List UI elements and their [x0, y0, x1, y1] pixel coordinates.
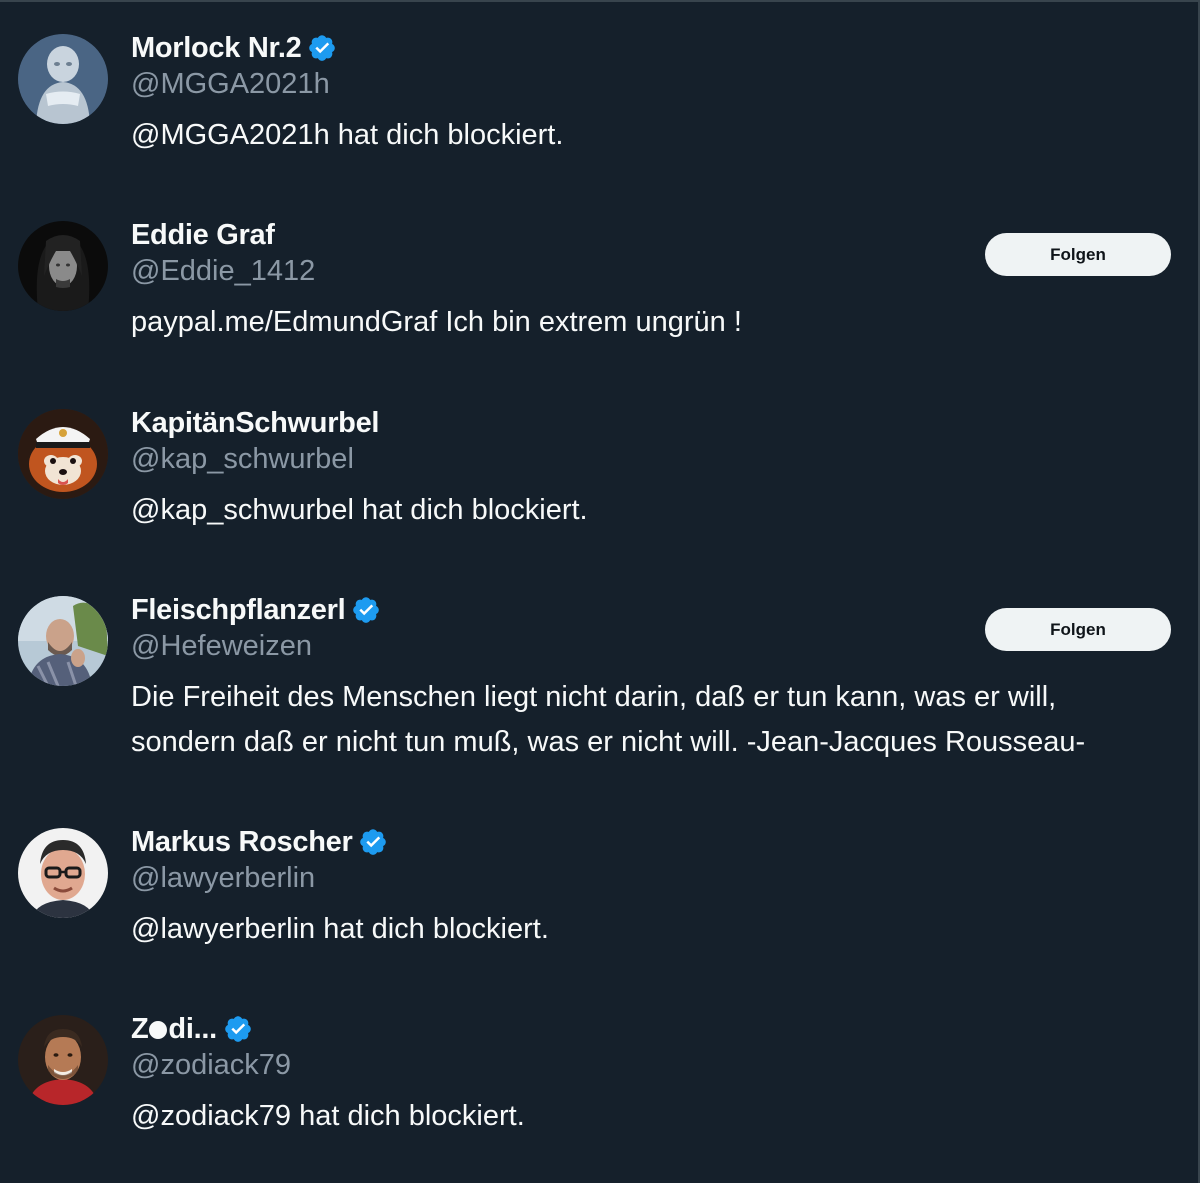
display-name[interactable]: Eddie Graf — [131, 219, 275, 252]
verified-badge-icon — [307, 33, 337, 63]
bearded-man-avatar-icon — [18, 596, 108, 686]
user-bio: @zodiack79 hat dich blockiert. — [131, 1100, 525, 1132]
user-handle: @lawyerberlin — [131, 862, 316, 894]
avatar[interactable] — [18, 828, 108, 918]
name-line: Fleischpflanzerl — [131, 592, 381, 628]
user-handle: @zodiack79 — [131, 1049, 292, 1081]
red-panda-captain-avatar-icon — [18, 409, 108, 499]
bio-line: sondern daß er nicht tun muß, was er nic… — [131, 726, 1086, 758]
circle-emoji-icon — [149, 1020, 168, 1039]
user-cell-zodiack[interactable]: Zdi... @zodiack79 @zodiack79 hat dich bl… — [0, 1011, 1198, 1151]
name-line: Eddie Graf — [131, 217, 275, 253]
user-handle: @MGGA2021h — [131, 68, 330, 100]
avatar[interactable] — [18, 221, 108, 311]
user-cell-fleischpflanzerl[interactable]: Fleischpflanzerl @Hefeweizen Die Freihei… — [0, 592, 1198, 772]
user-handle: @Eddie_1412 — [131, 255, 316, 287]
user-bio: paypal.me/EdmundGraf Ich bin extrem ungr… — [131, 306, 742, 338]
user-cell-markus[interactable]: Markus Roscher @lawyerberlin @lawyerberl… — [0, 824, 1198, 964]
man-glasses-avatar-icon — [18, 828, 108, 918]
display-name[interactable]: Fleischpflanzerl — [131, 594, 346, 627]
verified-badge-icon — [223, 1014, 253, 1044]
user-cell-morlock[interactable]: Morlock Nr.2 @MGGA2021h @MGGA2021h hat d… — [0, 30, 1198, 170]
tattooed-man-avatar-icon — [18, 1015, 108, 1105]
top-divider — [0, 0, 1200, 2]
user-bio: @MGGA2021h hat dich blockiert. — [131, 119, 564, 151]
avatar[interactable] — [18, 596, 108, 686]
long-hair-man-avatar-icon — [18, 221, 108, 311]
user-bio: @lawyerberlin hat dich blockiert. — [131, 913, 549, 945]
bio-line: Die Freiheit des Menschen liegt nicht da… — [131, 681, 1057, 713]
user-handle: @kap_schwurbel — [131, 443, 354, 475]
follow-button[interactable]: Folgen — [985, 233, 1171, 276]
name-line: Zdi... — [131, 1011, 253, 1047]
follow-button[interactable]: Folgen — [985, 608, 1171, 651]
avatar[interactable] — [18, 409, 108, 499]
silver-surfer-avatar-icon — [18, 34, 108, 124]
verified-badge-icon — [351, 595, 381, 625]
display-name-prefix: Z — [131, 1012, 149, 1045]
display-name[interactable]: KapitänSchwurbel — [131, 407, 379, 440]
name-line: Morlock Nr.2 — [131, 30, 337, 66]
verified-badge-icon — [358, 827, 388, 857]
name-line: Markus Roscher — [131, 824, 388, 860]
user-cell-kapitan[interactable]: KapitänSchwurbel @kap_schwurbel @kap_sch… — [0, 405, 1198, 545]
avatar[interactable] — [18, 1015, 108, 1105]
user-bio: @kap_schwurbel hat dich blockiert. — [131, 494, 588, 526]
display-name[interactable]: Morlock Nr.2 — [131, 32, 302, 65]
user-bio: Die Freiheit des Menschen liegt nicht da… — [131, 675, 1171, 765]
display-name-suffix: di... — [168, 1012, 217, 1045]
user-cell-eddie[interactable]: Eddie Graf @Eddie_1412 paypal.me/EdmundG… — [0, 217, 1198, 357]
name-line: KapitänSchwurbel — [131, 405, 379, 441]
display-name[interactable]: Markus Roscher — [131, 826, 353, 859]
display-name[interactable]: Zdi... — [131, 1013, 217, 1046]
avatar[interactable] — [18, 34, 108, 124]
user-handle: @Hefeweizen — [131, 630, 312, 662]
